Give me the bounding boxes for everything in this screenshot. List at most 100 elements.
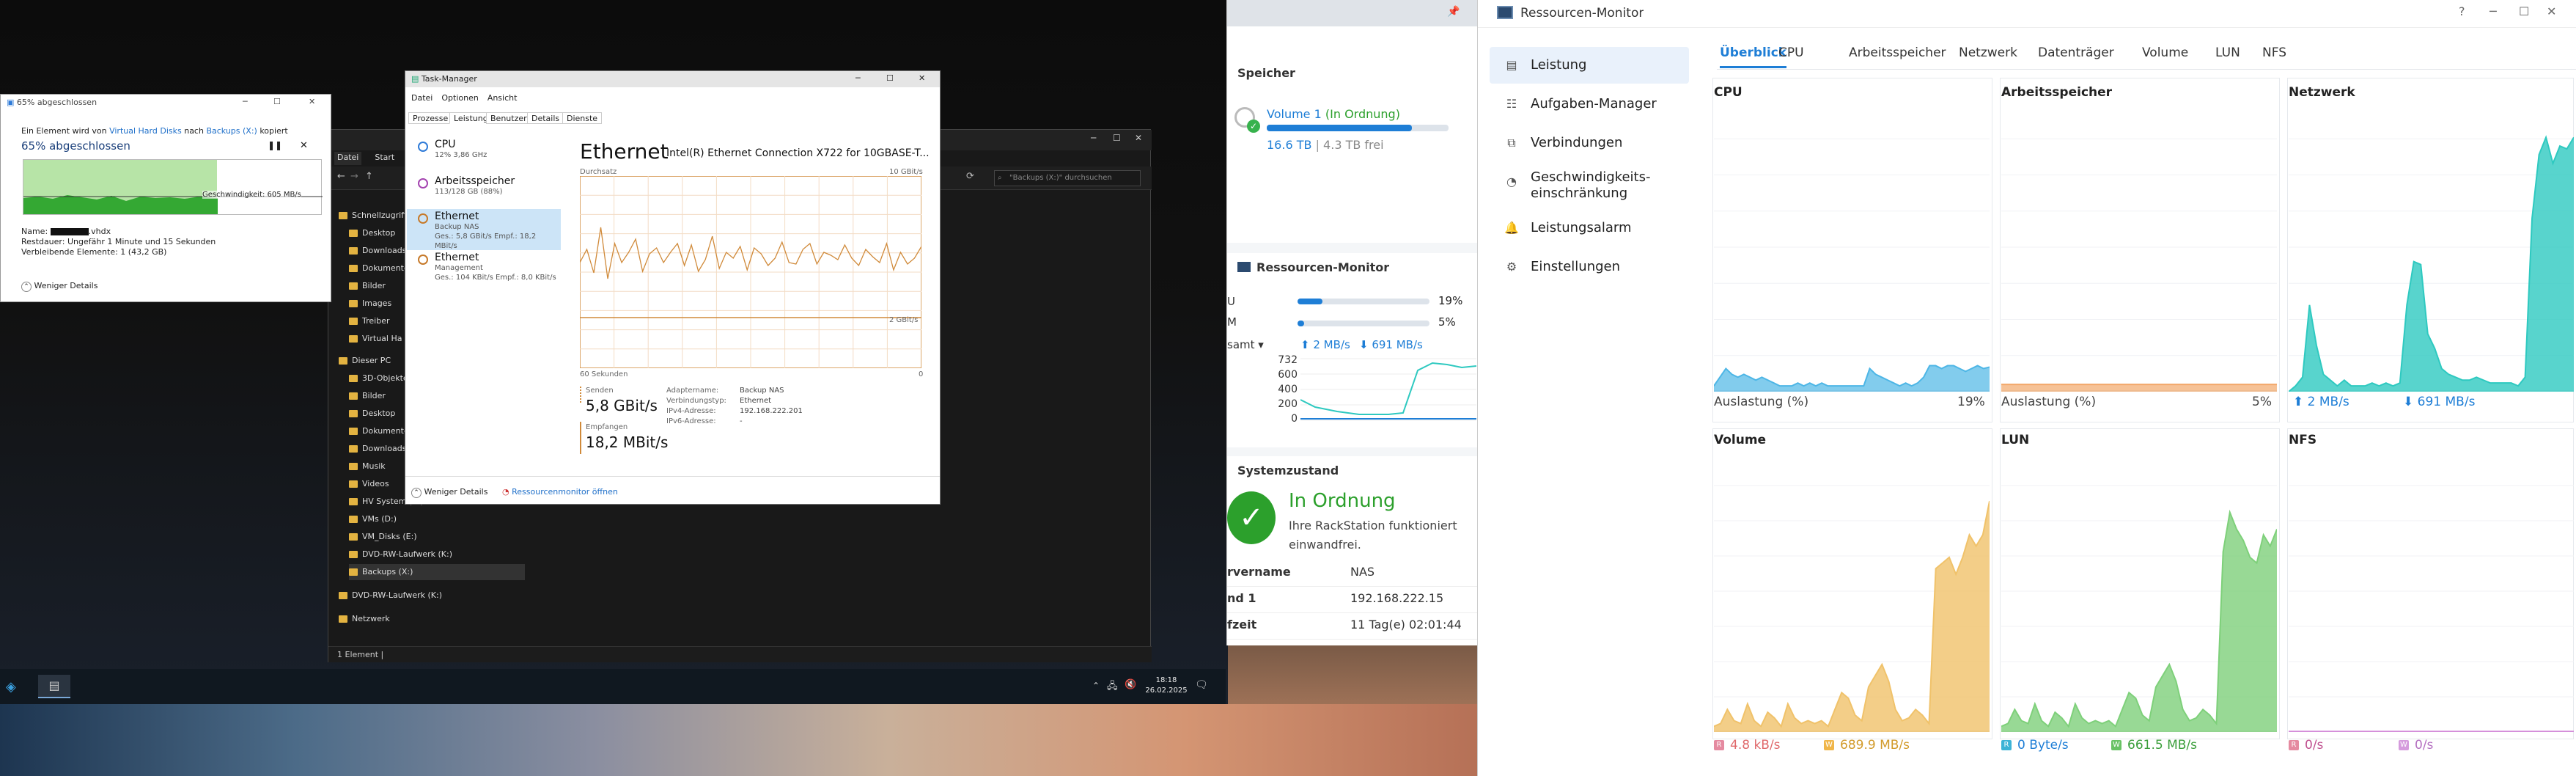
nav-item-label: Dokumente (362, 263, 409, 273)
info-row: fzeit 11 Tag(e) 02:01:44 (1227, 613, 1478, 640)
volume-write: W 689.9 MB/s (1824, 738, 1910, 753)
cancel-button[interactable]: ✕ (300, 140, 308, 151)
copy-title: 65% abgeschlossen (16, 98, 97, 107)
less-details-button[interactable]: ⌃ Weniger Details (21, 281, 97, 292)
tm-tabs: Prozesse Leistung Benutzer Details Dienste (405, 71, 940, 130)
tm-resource-item[interactable]: Ethernet Management Ges.: 104 KBit/s Empf.… (407, 250, 561, 291)
sidebar-item[interactable]: ⧉ Verbindungen (1490, 125, 1689, 161)
tm-tab[interactable]: Dienste (562, 112, 603, 124)
rm-tab[interactable]: Volume (2142, 45, 2188, 60)
cpu-usage-label: Auslastung (%) (1714, 395, 1809, 409)
cpu-bar (1298, 299, 1429, 304)
tm-less-details-button[interactable]: ⌃ Weniger Details (411, 487, 487, 498)
clock-date[interactable]: 26.02.2025 (1141, 687, 1192, 695)
maximize-button[interactable]: ☐ (273, 97, 281, 106)
file-name-row: Name: .vhdx (21, 227, 111, 236)
property-key: Adaptername: (666, 387, 719, 395)
rm-tabs: Überblick CPU Arbeitsspeicher Netzwerk Daten… (1478, 0, 2576, 73)
refresh-icon[interactable]: ⟳ (966, 171, 974, 182)
pin-icon[interactable]: 📌 (1447, 6, 1460, 18)
cpu-label: U (1227, 295, 1235, 308)
tray-chevron-icon[interactable]: ⌃ (1092, 681, 1100, 691)
progress-label: 65% abgeschlossen (21, 139, 130, 153)
tm-resource-item[interactable]: Ethernet Backup NAS Ges.: 5,8 GBit/s Empf.… (407, 209, 561, 250)
network-icon[interactable]: 🖧 (1107, 679, 1118, 695)
sidebar-item[interactable]: 🔔 Leistungsalarm (1490, 210, 1689, 246)
rm-sidebar: ▤ Leistung ☷ Aufgaben-Manager ⧉ Verbindungen ◔… (1478, 28, 1704, 776)
rm-tab[interactable]: CPU (1778, 45, 1804, 60)
dest-link[interactable]: Backups (X:) (206, 126, 257, 136)
close-button[interactable]: ✕ (309, 97, 315, 106)
nav-item-label: Desktop (362, 228, 396, 238)
info-value: 11 Tag(e) 02:01:44 (1350, 618, 1462, 632)
zero-label: 0 (919, 370, 924, 378)
health-check-icon: ✓ (1227, 491, 1276, 544)
tm-tab[interactable]: Details (527, 112, 564, 124)
back-arrow-icon[interactable]: ← (337, 171, 345, 182)
rm-tab[interactable]: Arbeitsspeicher (1849, 45, 1946, 60)
info-value: 192.168.222.15 (1350, 591, 1444, 605)
rm-tab[interactable]: LUN (2215, 45, 2240, 60)
folder-icon (349, 463, 358, 470)
tm-resource-item[interactable]: CPU 12% 3,86 GHz (407, 137, 561, 171)
cpu-bar-fill (1298, 299, 1323, 304)
tab-start[interactable]: Start (372, 152, 397, 165)
net-mini-chart (1300, 358, 1476, 421)
nav-item[interactable]: VM_Disks (E:) (349, 529, 525, 545)
sidebar-item[interactable]: ☷ Aufgaben-Manager (1490, 86, 1689, 122)
tab-datei[interactable]: Datei (334, 152, 362, 165)
source-link[interactable]: Virtual Hard Disks (109, 126, 182, 136)
nfs-panel-title: NFS (2289, 433, 2317, 447)
net-total-label[interactable]: samt ▾ (1227, 338, 1264, 351)
minimize-button[interactable]: ─ (1091, 133, 1096, 143)
volume-name[interactable]: Volume 1 (In Ordnung) (1267, 107, 1400, 121)
close-button[interactable]: ✕ (1135, 133, 1142, 143)
search-input[interactable]: ⌕ "Backups (X:)" durchsuchen (994, 170, 1141, 186)
pause-button[interactable]: ❚❚ (268, 140, 282, 150)
copy-description: Ein Element wird von Virtual Hard Disks … (21, 126, 288, 136)
tm-resource-item[interactable]: Arbeitsspeicher 113/128 GB (88%) (407, 174, 561, 208)
rm-tab[interactable]: Netzwerk (1959, 45, 2017, 60)
lun-write: W 661.5 MB/s (2111, 738, 2197, 753)
up-arrow-icon[interactable]: ↑ (365, 171, 373, 182)
net-down: ⬇ 691 MB/s (1359, 338, 1423, 351)
folder-icon (349, 428, 358, 435)
sidebar-item[interactable]: ◔ Geschwindigkeits- einschränkung (1490, 164, 1689, 208)
nav-item[interactable]: DVD-RW-Laufwerk (K:) (339, 588, 525, 604)
volume-icon: ✓ (1234, 107, 1260, 133)
forward-arrow-icon[interactable]: → (350, 171, 358, 182)
volume-muted-icon[interactable]: 🔇 (1125, 679, 1136, 690)
open-resource-monitor-link[interactable]: ◔ Ressourcenmonitor öffnen (502, 487, 618, 497)
nav-item[interactable]: DVD-RW-Laufwerk (K:) (349, 546, 525, 563)
rm-tab[interactable]: Überblick (1720, 45, 1787, 68)
net-y-axis: 732 600 400 200 0 (1278, 354, 1298, 428)
maximize-button[interactable]: ☐ (1113, 133, 1121, 143)
nav-item[interactable]: Backups (X:) (349, 564, 525, 580)
memory-usage-value: 5% (2252, 395, 2272, 409)
send-value: 5,8 GBit/s (586, 397, 658, 414)
rm-tab[interactable]: Datenträger (2038, 45, 2114, 60)
chevron-up-icon: ⌃ (21, 282, 32, 292)
notification-icon[interactable]: 🗨 (1195, 679, 1208, 691)
settings-icon: ⚙ (1506, 260, 1517, 274)
search-icon: ⌕ (998, 174, 1002, 182)
resource-detail: 12% 3,86 GHz (435, 151, 487, 159)
tm-tab[interactable]: Prozesse (408, 112, 453, 124)
nav-item[interactable]: VMs (D:) (349, 511, 525, 527)
taskmanager-taskbar-icon[interactable]: ▤ (38, 675, 70, 698)
memory-usage-label: Auslastung (%) (2001, 395, 2097, 409)
cpu-value: 19% (1438, 294, 1463, 307)
folder-icon (349, 445, 358, 453)
rm-tab[interactable]: NFS (2262, 45, 2286, 60)
app-icon-1[interactable]: ◈ (6, 679, 25, 695)
system-health-title: Systemzustand (1237, 464, 1339, 477)
sidebar-label: Verbindungen (1531, 135, 1623, 150)
minimize-button[interactable]: ─ (243, 97, 248, 106)
tm-properties: Adaptername: Backup NAS Verbindungstyp: Eth… (666, 387, 930, 428)
clock-time[interactable]: 18:18 (1148, 676, 1185, 684)
folder-icon (349, 300, 358, 307)
nav-item[interactable]: Netzwerk (339, 611, 525, 627)
tm-tab[interactable]: Benutzer (486, 112, 531, 124)
read-icon: R (2001, 740, 2012, 750)
sidebar-item[interactable]: ⚙ Einstellungen (1490, 249, 1689, 285)
